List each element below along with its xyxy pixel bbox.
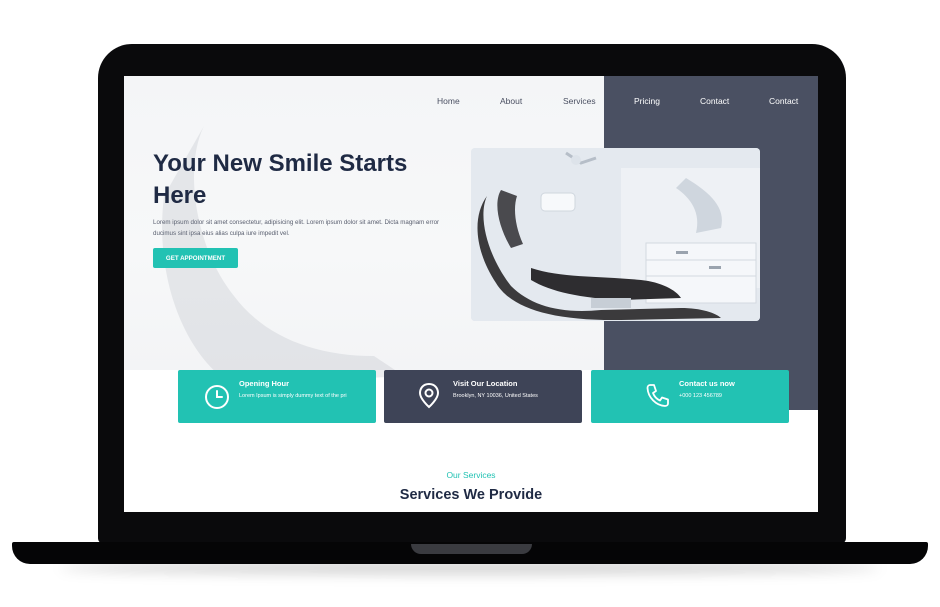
location-pin-icon <box>418 382 440 409</box>
card-text: Lorem Ipsum is simply dummy text of the … <box>239 393 347 399</box>
main-navigation: Home About Services Pricing Contact Cont… <box>124 96 818 110</box>
get-appointment-button[interactable]: GET APPOINTMENT <box>153 248 238 268</box>
card-text: Brooklyn, NY 10036, United States <box>453 393 538 399</box>
hero-description: Lorem ipsum dolor sit amet consectetur, … <box>153 219 440 237</box>
hero-title: Your New Smile Starts Here <box>153 150 408 209</box>
dental-clinic-illustration <box>471 148 760 321</box>
nav-pricing[interactable]: Pricing <box>634 96 660 106</box>
nav-contact-2[interactable]: Contact <box>769 96 798 106</box>
card-title: Visit Our Location <box>453 379 518 388</box>
phone-icon <box>646 384 669 407</box>
nav-about[interactable]: About <box>500 96 522 106</box>
laptop-notch <box>411 544 532 554</box>
card-title: Contact us now <box>679 379 735 388</box>
opening-hour-card: Opening Hour Lorem Ipsum is simply dummy… <box>178 370 376 423</box>
clock-icon <box>205 385 229 409</box>
services-label: Our Services <box>446 470 496 480</box>
laptop-screen: Home About Services Pricing Contact Cont… <box>124 76 818 512</box>
nav-home[interactable]: Home <box>437 96 460 106</box>
contact-card: Contact us now +000 123 456789 <box>591 370 789 423</box>
dental-chair-photo <box>471 148 760 321</box>
location-card: Visit Our Location Brooklyn, NY 10036, U… <box>384 370 582 423</box>
card-title: Opening Hour <box>239 379 289 388</box>
services-title: Services We Provide <box>399 487 543 503</box>
card-text: +000 123 456789 <box>679 393 722 399</box>
nav-contact[interactable]: Contact <box>700 96 729 106</box>
nav-services[interactable]: Services <box>563 96 596 106</box>
